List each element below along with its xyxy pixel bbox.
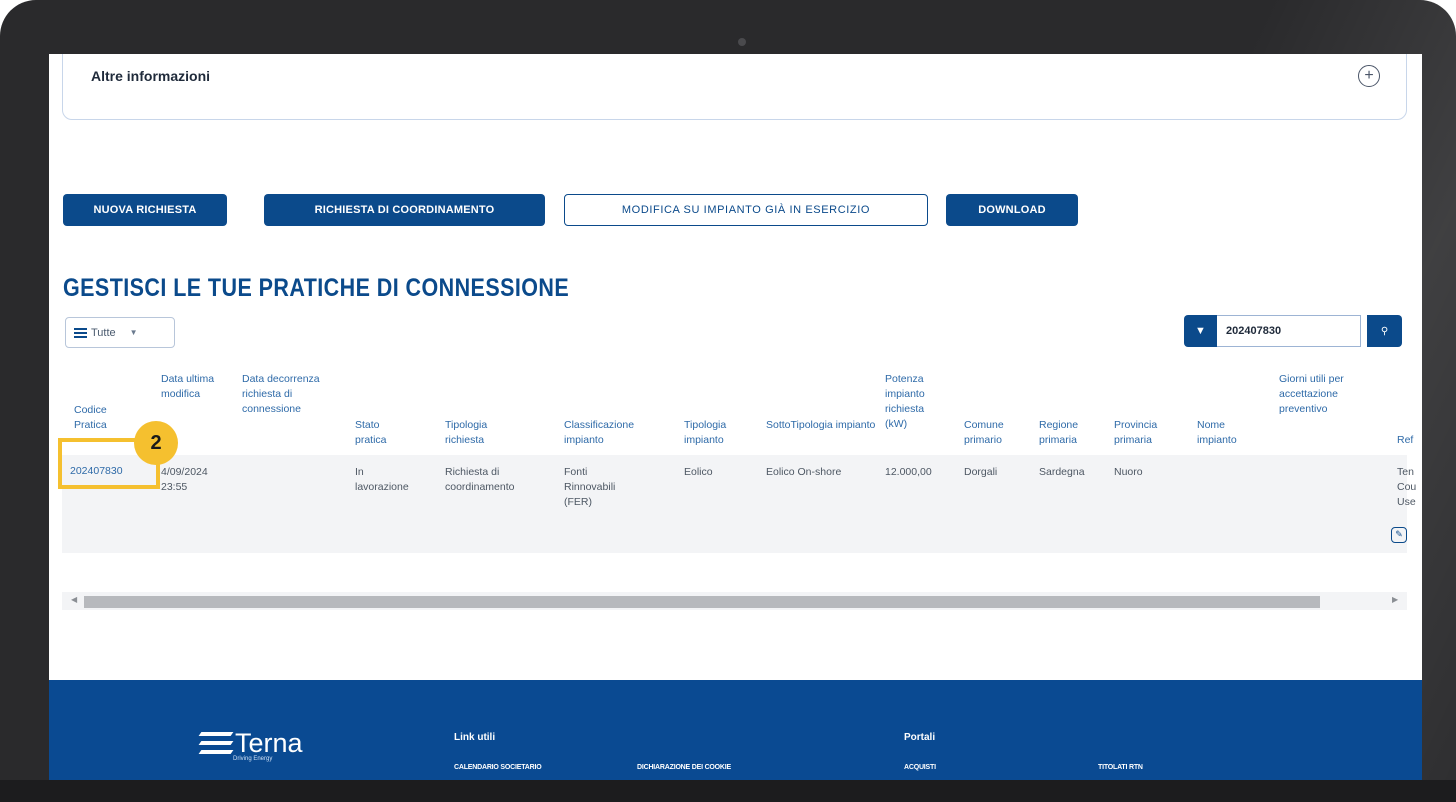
logo-wordmark: Terna bbox=[235, 728, 303, 758]
header-provincia-primaria[interactable]: Provincia primaria bbox=[1114, 418, 1174, 448]
site-footer: Terna Driving Energy Link utili CALENDAR… bbox=[49, 680, 1422, 780]
cell-potenza: 12.000,00 bbox=[885, 466, 932, 478]
header-tipologia-impianto[interactable]: Tipologia impianto bbox=[684, 418, 744, 448]
modifica-impianto-button[interactable]: MODIFICA SU IMPIANTO GIÀ IN ESERCIZIO bbox=[564, 194, 928, 226]
altre-informazioni-panel[interactable]: Altre informazioni + bbox=[62, 54, 1407, 120]
step-badge: 2 bbox=[134, 421, 178, 465]
header-stato-pratica[interactable]: Stato pratica bbox=[355, 418, 400, 448]
cell-stato-pratica: In lavorazione bbox=[355, 466, 409, 493]
footer-link-cookie[interactable]: DICHIARAZIONE DEI COOKIE bbox=[637, 764, 731, 771]
altre-informazioni-title: Altre informazioni bbox=[91, 68, 211, 84]
expand-plus-icon[interactable]: + bbox=[1358, 65, 1380, 87]
chevron-down-icon: ▼ bbox=[129, 328, 138, 337]
nuova-richiesta-button[interactable]: NUOVA RICHIESTA bbox=[63, 194, 227, 226]
list-icon bbox=[74, 327, 87, 338]
cell-data-ultima-modifica: 4/09/2024 23:55 bbox=[161, 466, 208, 493]
laptop-bezel: Altre informazioni + NUOVA RICHIESTA RIC… bbox=[0, 0, 1456, 802]
filter-dropdown[interactable]: Tutte ▼ bbox=[65, 317, 175, 348]
edit-icon[interactable]: ✎ bbox=[1391, 527, 1407, 543]
terna-logo-icon bbox=[198, 730, 234, 756]
header-giorni-utili[interactable]: Giorni utili per accettazione preventivo bbox=[1279, 372, 1369, 417]
scroll-right-icon[interactable]: ▶ bbox=[1392, 595, 1398, 604]
scrollbar-thumb[interactable] bbox=[84, 596, 1320, 608]
header-regione-primaria[interactable]: Regione primaria bbox=[1039, 418, 1099, 448]
header-sottotipologia-impianto[interactable]: SottoTipologia impianto bbox=[766, 418, 876, 433]
terna-logo[interactable]: Terna bbox=[198, 728, 303, 758]
cell-comune-primario: Dorgali bbox=[964, 466, 998, 478]
header-data-decorrenza[interactable]: Data decorrenza richiesta di connessione bbox=[242, 372, 332, 417]
footer-link-utili-title: Link utili bbox=[454, 732, 496, 743]
page-title: GESTISCI LE TUE PRATICHE DI CONNESSIONE bbox=[63, 274, 570, 302]
cell-tipologia-richiesta: Richiesta di coordinamento bbox=[445, 466, 515, 493]
search-bar: ▼ 202407830 ⚲ bbox=[1184, 315, 1402, 347]
header-classificazione-impianto[interactable]: Classificazione impianto bbox=[564, 418, 669, 448]
footer-link-titolati-rtn[interactable]: TITOLATI RTN bbox=[1098, 764, 1143, 771]
cell-regione-primaria: Sardegna bbox=[1039, 466, 1085, 478]
cell-provincia-primaria: Nuoro bbox=[1114, 466, 1143, 478]
header-tipologia-richiesta[interactable]: Tipologia richiesta bbox=[445, 418, 505, 448]
search-input[interactable]: 202407830 bbox=[1217, 315, 1361, 347]
header-comune-primario[interactable]: Comune primario bbox=[964, 418, 1019, 448]
download-button[interactable]: DOWNLOAD bbox=[946, 194, 1078, 226]
scroll-left-icon[interactable]: ◀ bbox=[71, 595, 77, 604]
logo-tagline: Driving Energy bbox=[233, 756, 273, 762]
richiesta-coordinamento-button[interactable]: RICHIESTA DI COORDINAMENTO bbox=[264, 194, 545, 226]
cell-classificazione-impianto: Fonti Rinnovabili (FER) bbox=[564, 466, 616, 508]
search-icon[interactable]: ⚲ bbox=[1367, 315, 1402, 347]
header-nome-impianto[interactable]: Nome impianto bbox=[1197, 418, 1252, 448]
footer-portali-title: Portali bbox=[904, 732, 936, 743]
filter-icon[interactable]: ▼ bbox=[1184, 315, 1217, 347]
header-potenza[interactable]: Potenza impianto richiesta (kW) bbox=[885, 372, 945, 432]
header-codice-pratica[interactable]: Codice Pratica bbox=[74, 403, 124, 433]
laptop-bottom-edge bbox=[0, 780, 1456, 802]
camera-icon bbox=[738, 38, 746, 46]
cell-sottotipologia-impianto: Eolico On-shore bbox=[766, 466, 842, 478]
browser-screen: Altre informazioni + NUOVA RICHIESTA RIC… bbox=[49, 54, 1422, 780]
footer-link-acquisti[interactable]: ACQUISTI bbox=[904, 764, 936, 771]
header-ref[interactable]: Ref bbox=[1397, 433, 1422, 448]
footer-link-calendario[interactable]: CALENDARIO SOCIETARIO bbox=[454, 764, 542, 771]
cell-tipologia-impianto: Eolico bbox=[684, 466, 713, 478]
filter-selected-value: Tutte bbox=[91, 326, 116, 339]
cell-ref: Ten Cou Use bbox=[1397, 466, 1417, 508]
header-data-ultima-modifica[interactable]: Data ultima modifica bbox=[161, 372, 221, 402]
